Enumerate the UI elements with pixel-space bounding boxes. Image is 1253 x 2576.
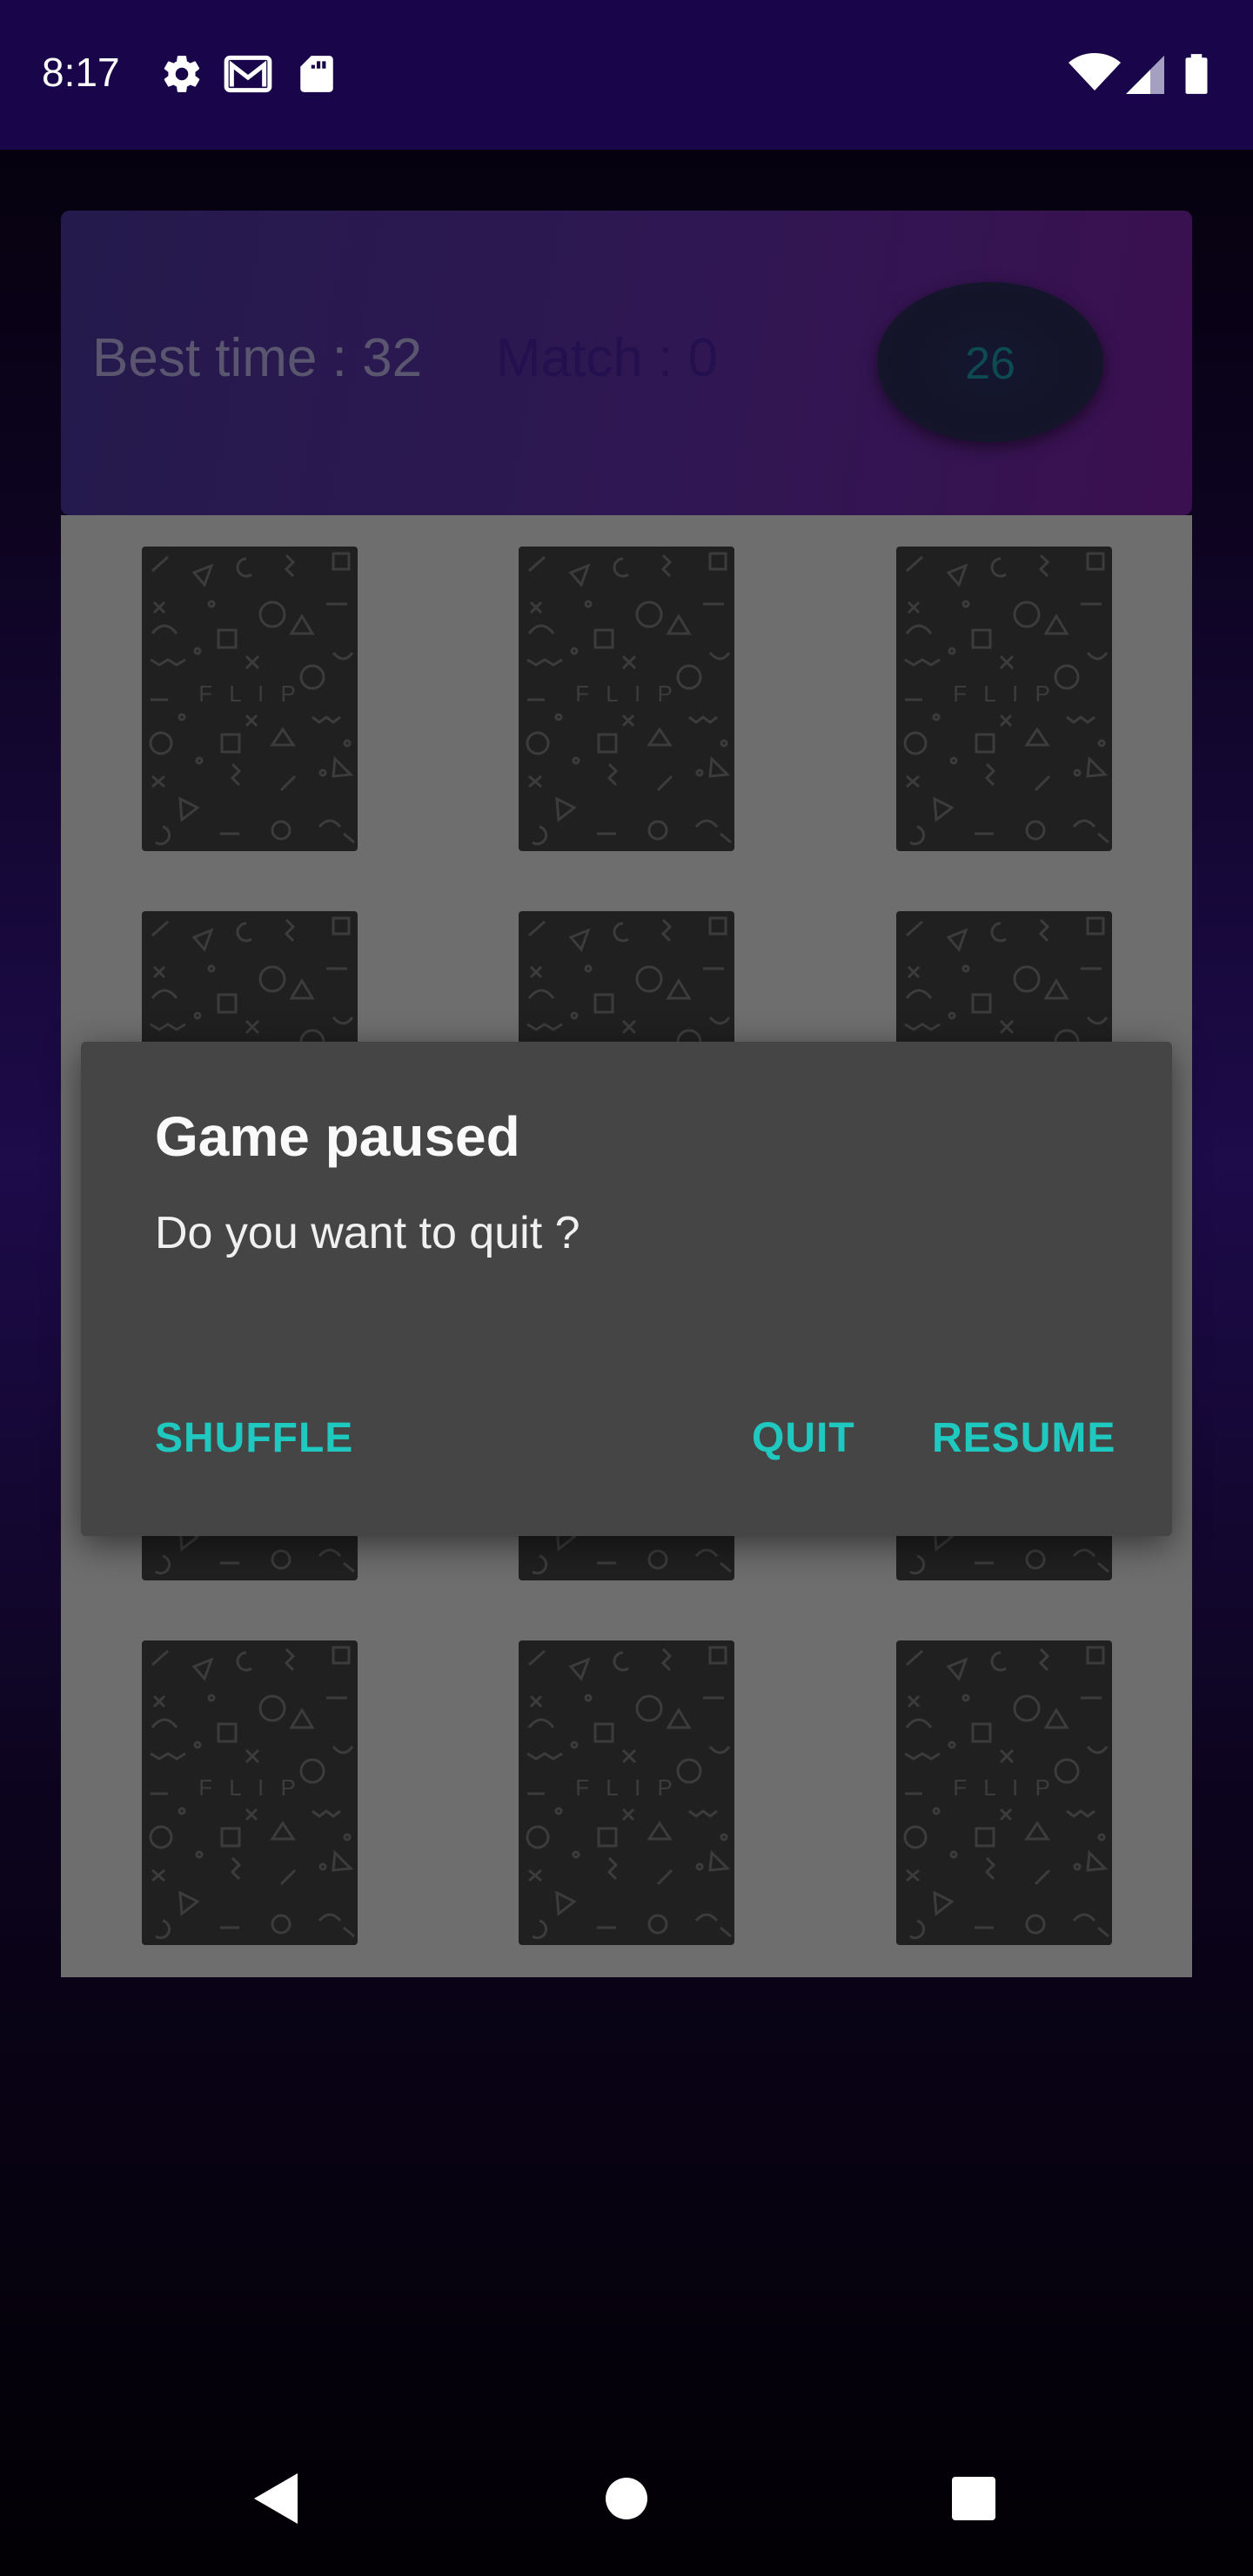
card-back-pattern: F L I P bbox=[526, 1646, 732, 1940]
card-back[interactable]: F L I P bbox=[142, 547, 358, 851]
svg-text:F L I P: F L I P bbox=[575, 1774, 678, 1801]
card-back-pattern: F L I P bbox=[903, 1646, 1109, 1940]
nav-bar bbox=[0, 2428, 1253, 2576]
dialog-message: Do you want to quit ? bbox=[155, 1208, 580, 1258]
timer-badge: 26 bbox=[877, 282, 1103, 442]
match-count-label: Match : 0 bbox=[496, 328, 718, 388]
card-back-pattern: F L I P bbox=[903, 552, 1109, 846]
shuffle-button[interactable]: SHUFFLE bbox=[155, 1414, 353, 1462]
quit-button[interactable]: QUIT bbox=[752, 1414, 855, 1462]
card-back[interactable]: F L I P bbox=[519, 547, 734, 851]
card-back[interactable]: F L I P bbox=[896, 1640, 1112, 1945]
cell-signal-icon bbox=[1124, 52, 1164, 98]
status-bar: 8:17 bbox=[0, 0, 1253, 150]
best-time-label: Best time : 32 bbox=[92, 328, 423, 388]
card-back[interactable]: F L I P bbox=[142, 1640, 358, 1945]
pause-dialog: Game paused Do you want to quit ? SHUFFL… bbox=[81, 1042, 1172, 1536]
svg-text:F L I P: F L I P bbox=[953, 681, 1055, 707]
wifi-icon bbox=[1069, 52, 1121, 98]
svg-text:F L I P: F L I P bbox=[575, 681, 678, 707]
card-back-pattern: F L I P bbox=[149, 552, 355, 846]
dialog-title: Game paused bbox=[155, 1105, 520, 1168]
back-icon[interactable] bbox=[252, 2472, 301, 2530]
gear-icon bbox=[160, 52, 204, 100]
svg-text:F L I P: F L I P bbox=[198, 1774, 301, 1801]
battery-icon bbox=[1183, 52, 1209, 100]
status-time: 8:17 bbox=[42, 50, 120, 95]
card-back-pattern: F L I P bbox=[149, 1646, 355, 1940]
sd-card-icon bbox=[298, 52, 336, 100]
recents-icon[interactable] bbox=[950, 2472, 997, 2530]
card-back[interactable]: F L I P bbox=[896, 547, 1112, 851]
resume-button[interactable]: RESUME bbox=[932, 1414, 1116, 1462]
timer-value: 26 bbox=[965, 339, 1015, 389]
score-header: Best time : 32 Match : 0 26 bbox=[61, 211, 1192, 515]
gmail-icon bbox=[223, 52, 273, 100]
card-back[interactable]: F L I P bbox=[519, 1640, 734, 1945]
svg-text:F L I P: F L I P bbox=[198, 681, 301, 707]
card-back-pattern: F L I P bbox=[526, 552, 732, 846]
svg-text:F L I P: F L I P bbox=[953, 1774, 1055, 1801]
home-icon[interactable] bbox=[604, 2472, 649, 2530]
